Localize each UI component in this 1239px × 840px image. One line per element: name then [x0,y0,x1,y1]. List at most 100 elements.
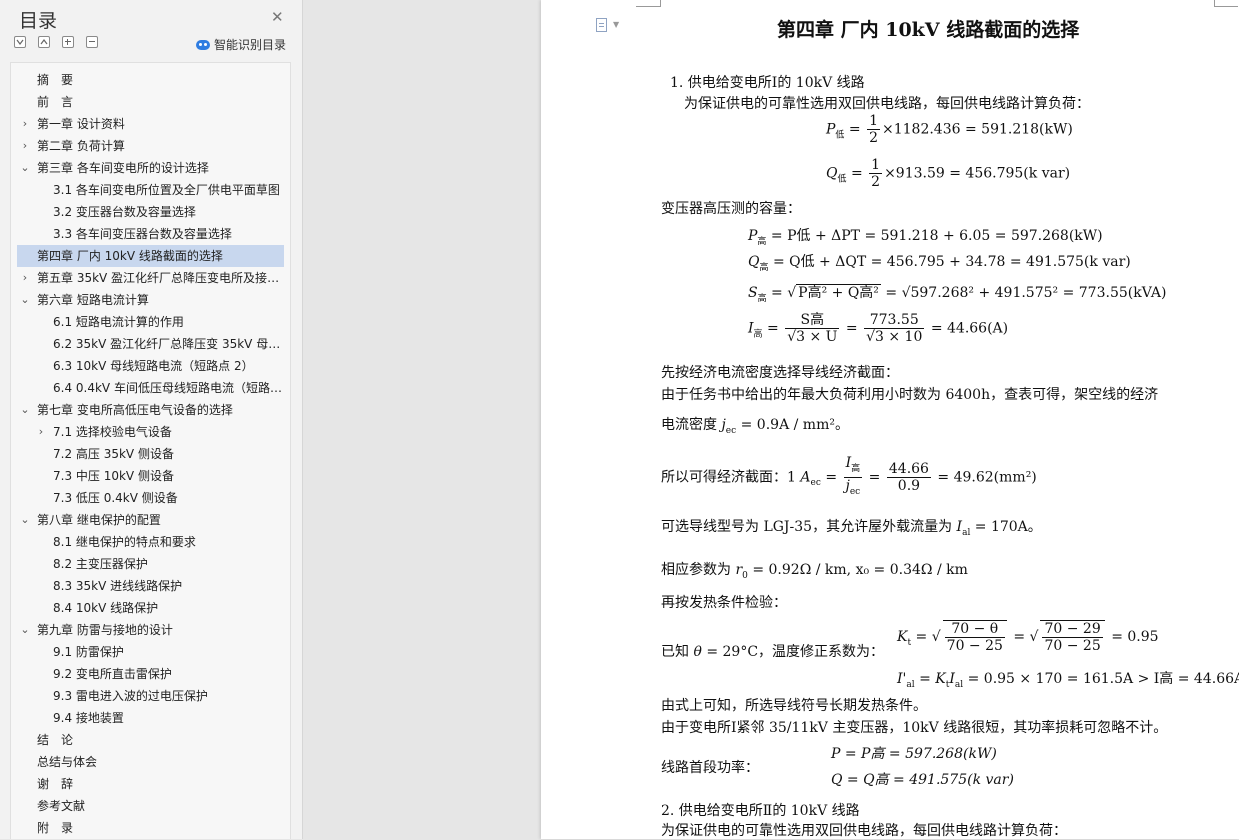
crop-mark [1214,0,1215,7]
smart-toc-button[interactable]: 智能识别目录 [196,36,286,53]
econ-val: = 0.9A / mm²。 [740,417,849,433]
toc-item-label: 7.2 高压 35kV 侧设备 [53,447,174,461]
toc-item[interactable]: 7.3 低压 0.4kV 侧设备 [17,487,284,509]
document-icon[interactable] [596,18,607,32]
toc-item[interactable]: › 第五章 35kV 盈江化纤厂总降压变电所及接线方式 [17,267,284,289]
chevron-right-icon[interactable]: › [19,135,31,157]
pane-divider[interactable] [302,0,303,839]
chevron-down-icon[interactable]: ⌄ [19,289,31,311]
toc-item[interactable]: 摘 要 [17,69,284,91]
toc-item[interactable]: 前 言 [17,91,284,113]
toc-item[interactable]: 6.4 0.4kV 车间低压母线短路电流（短路点 3） [17,377,284,399]
toc-item[interactable]: 6.2 35kV 盈江化纤厂总降压变 35kV 母线短路电流 [17,333,284,355]
toc-item-label: 第五章 35kV 盈江化纤厂总降压变电所及接线方式 [37,271,282,285]
toc-item[interactable]: ⌄ 第三章 各车间变电所的设计选择 [17,157,284,179]
chevron-down-icon[interactable]: ⌄ [19,157,31,179]
toc-item[interactable]: 参考文献 [17,795,284,817]
eq-s-high: S高 = √ P高² + Q高² = √597.268² + 491.575² =… [748,284,1167,304]
remove-heading-icon[interactable] [86,36,98,48]
toc-item[interactable]: 总结与体会 [17,751,284,773]
toc-item-label: 6.1 短路电流计算的作用 [53,315,184,329]
chevron-right-icon[interactable]: › [19,113,31,135]
eq-p-low-rhs: ×1182.436 = 591.218(kW) [882,121,1073,138]
toc-item[interactable]: 7.2 高压 35kV 侧设备 [17,443,284,465]
toc-item-label: 7.1 选择校验电气设备 [53,425,172,439]
toc-item[interactable]: 9.2 变电所直击雷保护 [17,663,284,685]
ial-rhs: = 0.95 × 170 = 161.5A > I高 = 44.66A [967,671,1239,687]
toc-item[interactable]: 3.2 变压器台数及容量选择 [17,201,284,223]
kt-den-2: 70 − 25 [1042,637,1103,654]
chevron-down-icon[interactable]: ⌄ [19,399,31,421]
toc-item-label: 前 言 [37,95,74,109]
toc-item[interactable]: 8.3 35kV 进线线路保护 [17,575,284,597]
econ-desc-2: 电流密度 jec = 0.9A / mm²。 [661,417,849,436]
chevron-down-icon[interactable]: ⌄ [19,509,31,531]
eq-i-high: I高 = S高 √3 × U = 773.55 √3 × 10 = 44.66(A) [748,312,1009,345]
kt-res: = 0.95 [1111,629,1159,645]
toc-item[interactable]: 9.3 雷电进入波的过电压保护 [17,685,284,707]
toc-item[interactable]: 第四章 厂内 10kV 线路截面的选择 [17,245,284,267]
toc-item-label: 7.3 中压 10kV 侧设备 [53,469,174,483]
kt-num-2: 70 − 29 [1044,621,1101,637]
toc-item[interactable]: 8.4 10kV 线路保护 [17,597,284,619]
eq-q-high: Q高 = Q低 + ΔQT = 456.795 + 34.78 = 491.57… [748,254,1131,273]
toc-item[interactable]: ⌄ 第九章 防雷与接地的设计 [17,619,284,641]
econ-desc-2-label: 电流密度 [661,417,717,433]
toc-item-label: 总结与体会 [37,755,98,769]
toc-item[interactable]: 3.1 各车间变电所位置及全厂供电平面草图 [17,179,284,201]
smart-toc-label: 智能识别目录 [214,38,287,52]
toc-item[interactable]: 3.3 各车间变压器台数及容量选择 [17,223,284,245]
toc-item[interactable]: 附 录 [17,817,284,839]
section-2-title: 2. 供电给变电所Ⅱ的 10kV 线路 [661,803,860,819]
section-num: 44.66 [888,460,929,477]
toc-item-label: 谢 辞 [37,777,74,791]
ai-icon [196,39,210,50]
toc-item[interactable]: ⌄ 第七章 变电所高低压电气设备的选择 [17,399,284,421]
toc-item[interactable]: 6.1 短路电流计算的作用 [17,311,284,333]
wire-line: 可选导线型号为 LGJ-35，其允许屋外载流量为 Ial = 170A。 [661,519,1042,538]
toc-item[interactable]: 7.3 中压 10kV 侧设备 [17,465,284,487]
toc-item[interactable]: ⌄ 第八章 继电保护的配置 [17,509,284,531]
toc-item[interactable]: ⌄ 第六章 短路电流计算 [17,289,284,311]
section-2-intro: 为保证供电的可靠性选用双回供电线路，每回供电线路计算负荷： [661,823,1067,839]
toc-item[interactable]: › 第一章 设计资料 [17,113,284,135]
toc-item[interactable]: 8.1 继电保护的特点和要求 [17,531,284,553]
toc-item[interactable]: 9.4 接地装置 [17,707,284,729]
chevron-right-icon[interactable]: › [19,267,31,289]
kt-equation: Kt = √ 70 − θ 70 − 25 = √ 70 − 29 70 − 25 = … [897,620,1159,654]
toc-item[interactable]: 结 论 [17,729,284,751]
toc-item-label: 8.4 10kV 线路保护 [53,601,159,615]
eq-p-low: P低 = 1 2 ×1182.436 = 591.218(kW) [826,113,1073,146]
hv-capacity-label: 变压器高压测的容量： [661,201,801,217]
toc-item[interactable]: 9.1 防雷保护 [17,641,284,663]
toc-item[interactable]: › 7.1 选择校验电气设备 [17,421,284,443]
expand-all-icon[interactable] [14,36,26,48]
conclusion-2: 由于变电所Ⅰ紧邻 35/11kV 主变压器，10kV 线路很短，其功率损耗可忽略… [661,720,1168,736]
close-icon[interactable]: ✕ [271,8,284,26]
toc-item-label: 9.2 变电所直击雷保护 [53,667,172,681]
chevron-down-icon[interactable]: ▼ [613,20,619,29]
toc-item-label: 参考文献 [37,799,86,813]
toc-item[interactable]: › 第二章 负荷计算 [17,135,284,157]
first-seg-label: 线路首段功率： [661,760,759,776]
toc-item-label: 8.1 继电保护的特点和要求 [53,535,196,549]
toc-item[interactable]: 8.2 主变压器保护 [17,553,284,575]
add-heading-icon[interactable] [62,36,74,48]
chevron-right-icon[interactable]: › [35,421,47,443]
toc-item-label: 3.1 各车间变电所位置及全厂供电平面草图 [53,183,280,197]
toc-item-label: 3.2 变压器台数及容量选择 [53,205,196,219]
param-line: 相应参数为 r0 = 0.92Ω / km, x₀ = 0.34Ω / km [661,562,968,581]
toc-item-label: 第三章 各车间变电所的设计选择 [37,161,209,175]
eq-i-den: √3 × U [785,328,840,345]
toc-item[interactable]: 谢 辞 [17,773,284,795]
param-label: 相应参数为 [661,562,731,578]
toc-item-label: 6.3 10kV 母线短路电流（短路点 2） [53,359,254,373]
eq-q-low-rhs: ×913.59 = 456.795(k var) [884,165,1071,182]
chevron-down-icon[interactable]: ⌄ [19,619,31,641]
eq-i-num2: 773.55 [869,312,919,328]
section-1-intro: 为保证供电的可靠性选用双回供电线路，每回供电线路计算负荷： [684,96,1090,112]
toc-item[interactable]: 6.3 10kV 母线短路电流（短路点 2） [17,355,284,377]
toc-item-label: 3.3 各车间变压器台数及容量选择 [53,227,232,241]
collapse-all-icon[interactable] [38,36,50,48]
eq-i-num: S高 [800,312,825,328]
